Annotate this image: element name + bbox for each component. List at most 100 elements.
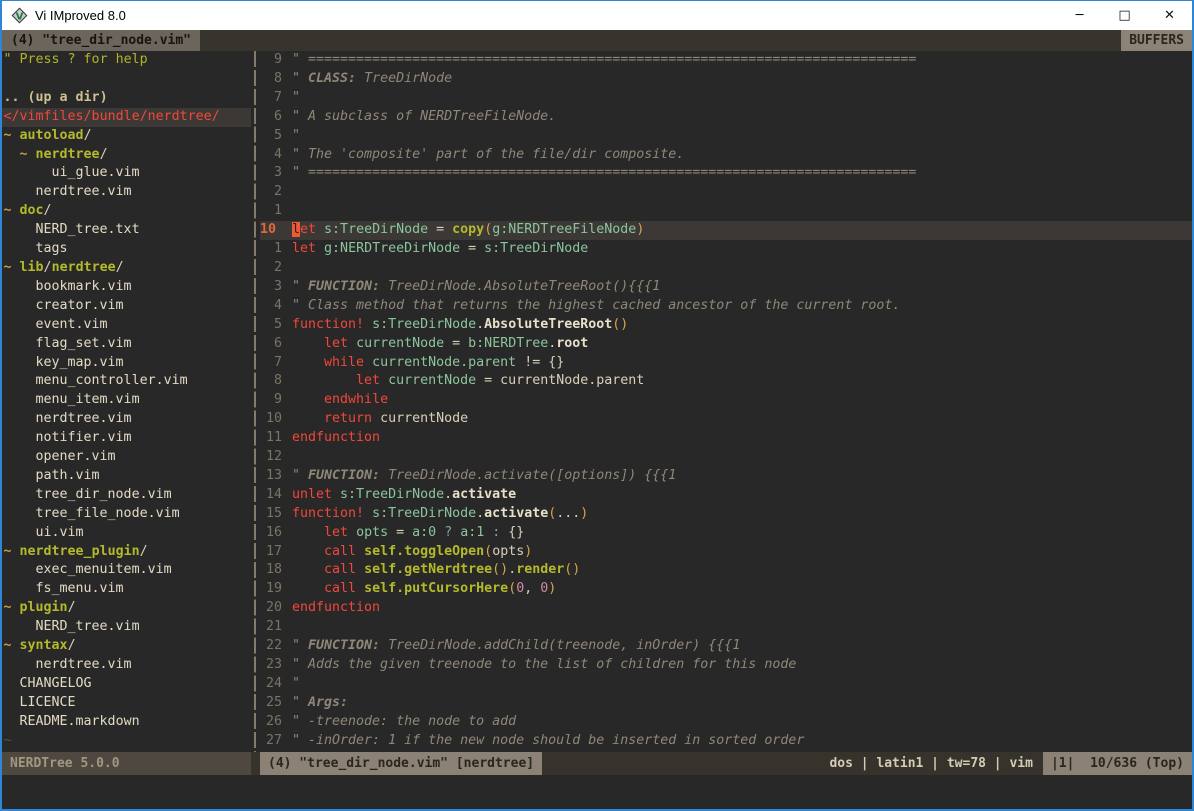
code-line[interactable]: 4" The 'composite' part of the file/dir … xyxy=(260,146,1192,165)
code-token: " -treenode: the node to add xyxy=(292,714,516,729)
tree-row[interactable]: tree_dir_node.vim xyxy=(2,486,251,505)
tree-row[interactable]: nerdtree.vim xyxy=(2,410,251,429)
code-token: ) xyxy=(548,581,556,596)
code-line[interactable]: 8 let currentNode = currentNode.parent xyxy=(260,372,1192,391)
code-line[interactable]: 7" xyxy=(260,89,1192,108)
tree-row[interactable]: </vimfiles/bundle/nerdtree/ xyxy=(2,108,251,127)
tree-row[interactable]: nerdtree.vim xyxy=(2,656,251,675)
tree-row[interactable]: fs_menu.vim xyxy=(2,580,251,599)
tree-row[interactable]: LICENCE xyxy=(2,694,251,713)
tree-text: / xyxy=(44,203,52,218)
code-line[interactable]: 1 xyxy=(260,202,1192,221)
maximize-button[interactable]: □ xyxy=(1102,1,1147,30)
tree-row: ~ xyxy=(2,732,251,751)
line-number: 23 xyxy=(260,656,282,675)
code-line[interactable]: 6 let currentNode = b:NERDTree.root xyxy=(260,335,1192,354)
code-line[interactable]: 9" =====================================… xyxy=(260,51,1192,70)
code-token: " xyxy=(292,71,308,86)
minimize-button[interactable]: ─ xyxy=(1057,1,1102,30)
code-line[interactable]: 18 call self.getNerdtree().render() xyxy=(260,561,1192,580)
tree-row[interactable]: menu_item.vim xyxy=(2,391,251,410)
tree-row[interactable]: NERD_tree.vim xyxy=(2,618,251,637)
tree-dir-label: doc xyxy=(20,203,44,218)
vim-window: V Vi IMproved 8.0 ─ □ ✕ (4) "tree_dir_no… xyxy=(0,0,1194,811)
tree-dir-label: syntax xyxy=(20,638,68,653)
code-line[interactable]: 17 call self.toggleOpen(opts) xyxy=(260,543,1192,562)
tree-row[interactable]: tags xyxy=(2,240,251,259)
tree-row[interactable]: bookmark.vim xyxy=(2,278,251,297)
line-number: 10 xyxy=(260,410,282,429)
tree-file-label: README.markdown xyxy=(20,714,140,729)
code-line[interactable]: 26" -treenode: the node to add xyxy=(260,713,1192,732)
tree-row[interactable]: event.vim xyxy=(2,316,251,335)
tree-row[interactable]: ~ syntax/ xyxy=(2,637,251,656)
code-line[interactable]: 13" FUNCTION: TreeDirNode.activate([opti… xyxy=(260,467,1192,486)
tree-row[interactable]: README.markdown xyxy=(2,713,251,732)
tree-row[interactable]: ~ lib/nerdtree/ xyxy=(2,259,251,278)
code-line[interactable]: 10 return currentNode xyxy=(260,410,1192,429)
code-line[interactable]: 5function! s:TreeDirNode.AbsoluteTreeRoo… xyxy=(260,316,1192,335)
code-line[interactable]: 24" xyxy=(260,675,1192,694)
code-line[interactable]: 6" A subclass of NERDTreeFileNode. xyxy=(260,108,1192,127)
tree-row[interactable]: .. (up a dir) xyxy=(2,89,251,108)
code-line[interactable]: 14unlet s:TreeDirNode.activate xyxy=(260,486,1192,505)
tree-row[interactable]: ~ autoload/ xyxy=(2,127,251,146)
line-number: 9 xyxy=(260,391,282,410)
tree-row[interactable]: CHANGELOG xyxy=(2,675,251,694)
tree-row[interactable]: flag_set.vim xyxy=(2,335,251,354)
code-line[interactable]: 4" Class method that returns the highest… xyxy=(260,297,1192,316)
code-token: opts xyxy=(356,525,388,540)
code-line[interactable]: 11endfunction xyxy=(260,429,1192,448)
code-line[interactable]: 15function! s:TreeDirNode.activate(...) xyxy=(260,505,1192,524)
vim-icon: V xyxy=(11,7,28,24)
code-line[interactable]: 7 while currentNode.parent != {} xyxy=(260,354,1192,373)
tree-row[interactable]: menu_controller.vim xyxy=(2,372,251,391)
tree-dir-label: nerdtree xyxy=(52,260,116,275)
code-line-cursor[interactable]: 10let s:TreeDirNode = copy(g:NERDTreeFil… xyxy=(260,221,1192,240)
tree-row[interactable]: ~ nerdtree_plugin/ xyxy=(2,543,251,562)
tree-row[interactable]: ui_glue.vim xyxy=(2,164,251,183)
tree-row[interactable]: tree_file_node.vim xyxy=(2,505,251,524)
tree-text: / xyxy=(100,147,108,162)
code-line[interactable]: 5" xyxy=(260,127,1192,146)
code-token: self.getNerdtree xyxy=(364,562,492,577)
buffers-label: BUFFERS xyxy=(1121,30,1192,51)
tree-row[interactable]: key_map.vim xyxy=(2,354,251,373)
close-button[interactable]: ✕ xyxy=(1147,1,1192,30)
tab-tree-dir-node[interactable]: (4) "tree_dir_node.vim" xyxy=(2,30,200,51)
tree-row[interactable]: notifier.vim xyxy=(2,429,251,448)
code-line[interactable]: 12 xyxy=(260,448,1192,467)
code-line[interactable]: 3" =====================================… xyxy=(260,164,1192,183)
code-token: let xyxy=(356,373,380,388)
code-line[interactable]: 2 xyxy=(260,259,1192,278)
code-line[interactable]: 2 xyxy=(260,183,1192,202)
code-token: ... xyxy=(556,506,580,521)
tree-row[interactable]: ~ nerdtree/ xyxy=(2,146,251,165)
code-line[interactable]: 3" FUNCTION: TreeDirNode.AbsoluteTreeRoo… xyxy=(260,278,1192,297)
tree-row[interactable]: NERD_tree.txt xyxy=(2,221,251,240)
tree-row[interactable]: ui.vim xyxy=(2,524,251,543)
code-token: = xyxy=(388,525,412,540)
code-line[interactable]: 16 let opts = a:0 ? a:1 : {} xyxy=(260,524,1192,543)
code-line[interactable]: 27" -inOrder: 1 if the new node should b… xyxy=(260,732,1192,751)
code-line[interactable]: 25" Args: xyxy=(260,694,1192,713)
code-line[interactable]: 23" Adds the given treenode to the list … xyxy=(260,656,1192,675)
code-line[interactable]: 9 endwhile xyxy=(260,391,1192,410)
tree-row[interactable]: path.vim xyxy=(2,467,251,486)
tree-row[interactable]: ~ plugin/ xyxy=(2,599,251,618)
code-line[interactable]: 20endfunction xyxy=(260,599,1192,618)
code-line[interactable]: 1let g:NERDTreeDirNode = s:TreeDirNode xyxy=(260,240,1192,259)
code-line[interactable]: 21 xyxy=(260,618,1192,637)
tree-row[interactable]: exec_menuitem.vim xyxy=(2,561,251,580)
editor-buffer[interactable]: 9" =====================================… xyxy=(260,51,1192,752)
tree-row[interactable]: ~ doc/ xyxy=(2,202,251,221)
code-line[interactable]: 19 call self.putCursorHere(0, 0) xyxy=(260,580,1192,599)
tree-row[interactable]: opener.vim xyxy=(2,448,251,467)
code-line[interactable]: 22" FUNCTION: TreeDirNode.addChild(treen… xyxy=(260,637,1192,656)
vertical-split-separator[interactable] xyxy=(251,51,260,752)
line-number: 15 xyxy=(260,505,282,524)
code-line[interactable]: 8" CLASS: TreeDirNode xyxy=(260,70,1192,89)
statusline: NERDTree 5.0.0 (4) "tree_dir_node.vim" [… xyxy=(2,752,1192,775)
tree-row[interactable]: nerdtree.vim xyxy=(2,183,251,202)
tree-row[interactable]: creator.vim xyxy=(2,297,251,316)
